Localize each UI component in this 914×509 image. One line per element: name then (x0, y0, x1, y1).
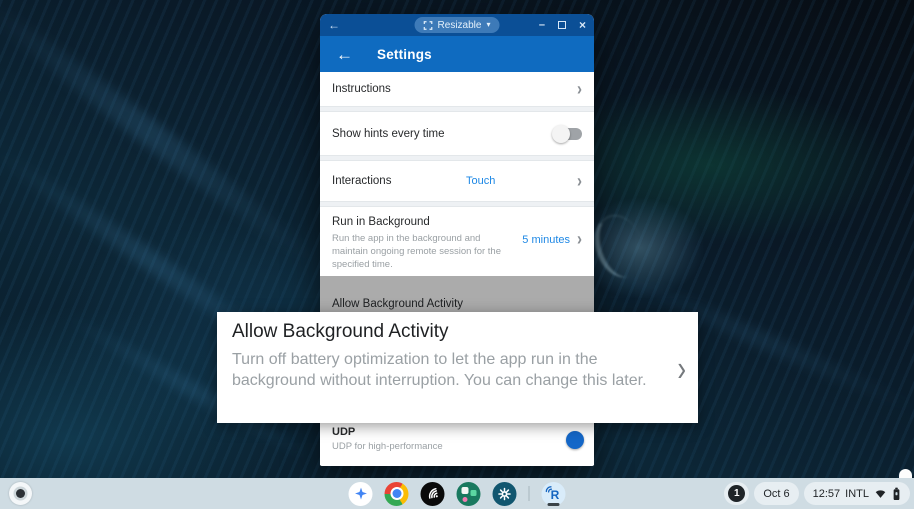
launcher-button[interactable] (349, 482, 373, 506)
resizable-mode-button[interactable]: Resizable ▾ (415, 17, 500, 33)
settings-app-icon[interactable] (493, 482, 517, 506)
shelf-app-icons: R (349, 478, 566, 509)
row-text: Run in Background Run the app in the bac… (332, 216, 504, 271)
toggle-knob (552, 125, 570, 143)
minimize-button[interactable]: – (539, 20, 545, 31)
status-tray: 1 Oct 6 12:57 INTL (724, 482, 910, 505)
magnified-callout-allow-background-activity[interactable]: Allow Background Activity Turn off batte… (217, 312, 698, 423)
callout-description: Turn off battery optimization to let the… (232, 350, 654, 392)
window-caption-bar: ← Resizable ▾ – × (320, 14, 594, 36)
row-show-hints[interactable]: Show hints every time (320, 112, 594, 155)
chrome-icon[interactable] (385, 482, 409, 506)
date-label: Oct 6 (763, 488, 789, 500)
launcher-star-icon (353, 486, 368, 501)
row-udp[interactable]: UDP UDP for high-performance (320, 422, 594, 465)
background-water-droplet (587, 208, 651, 283)
row-value: Touch (466, 175, 495, 187)
row-label: Interactions (332, 175, 391, 187)
date-pill[interactable]: Oct 6 (754, 482, 798, 505)
row-value: 5 minutes (522, 234, 570, 246)
signal-arcs-icon (424, 485, 442, 503)
caption-back-icon[interactable]: ← (328, 19, 340, 31)
shelf: R 1 Oct 6 12:57 INTL (0, 478, 914, 509)
callout-title: Allow Background Activity (232, 321, 654, 343)
window-controls: – × (539, 19, 586, 31)
grid-square-green (471, 490, 477, 496)
row-text: UDP UDP for high-performance (332, 426, 443, 452)
row-instructions[interactable]: Instructions › (320, 72, 594, 106)
chevron-right-icon: › (577, 80, 582, 99)
row-description: UDP for high-performance (332, 441, 443, 452)
remotepc-waves-icon (545, 485, 556, 496)
wifi-icon (874, 487, 887, 500)
background-feather-streak (0, 0, 323, 273)
grid-square-white (462, 487, 469, 494)
back-arrow-icon[interactable]: ← (336, 46, 353, 63)
camera-dot-icon (16, 489, 25, 498)
shelf-divider (529, 486, 530, 501)
chevron-right-icon: › (577, 230, 582, 249)
notification-count-badge: 1 (728, 485, 745, 502)
desktop: ← Resizable ▾ – × ← Settings (0, 0, 914, 509)
row-label: UDP (332, 426, 443, 438)
chevron-down-icon: ▾ (486, 21, 490, 29)
row-interactions[interactable]: Interactions Touch › (320, 161, 594, 201)
shelf-left-button[interactable] (9, 482, 32, 505)
show-hints-toggle[interactable] (554, 128, 582, 140)
row-right: 5 minutes › (522, 232, 582, 247)
time-label: 12:57 (813, 488, 841, 500)
page-title: Settings (377, 47, 432, 62)
ime-label: INTL (845, 488, 869, 500)
row-label: Instructions (332, 83, 391, 95)
gear-icon (498, 487, 512, 501)
apps-grid-icon[interactable] (457, 482, 481, 506)
active-app-indicator (548, 503, 560, 506)
maximize-button[interactable] (558, 21, 566, 29)
resizable-label: Resizable (438, 20, 482, 31)
row-run-in-background[interactable]: Run in Background Run the app in the bac… (320, 207, 594, 276)
toggle-knob (566, 431, 584, 449)
notification-corner (899, 469, 912, 478)
grid-dot-pink (463, 497, 468, 502)
close-button[interactable]: × (579, 19, 586, 31)
notification-counter[interactable]: 1 (724, 482, 749, 505)
row-label: Allow Background Activity (332, 298, 463, 310)
resize-icon (424, 21, 433, 30)
battery-icon (892, 487, 901, 501)
settings-header: ← Settings (320, 36, 594, 72)
chevron-right-icon: › (577, 172, 582, 191)
row-label: Show hints every time (332, 128, 445, 140)
signal-app-icon[interactable] (421, 482, 445, 506)
row-label: Run in Background (332, 216, 504, 228)
chevron-right-icon: › (677, 349, 686, 385)
row-description: Run the app in the background and mainta… (332, 232, 504, 271)
system-status-pill[interactable]: 12:57 INTL (804, 482, 910, 505)
remotepc-app-icon[interactable]: R (542, 482, 566, 506)
